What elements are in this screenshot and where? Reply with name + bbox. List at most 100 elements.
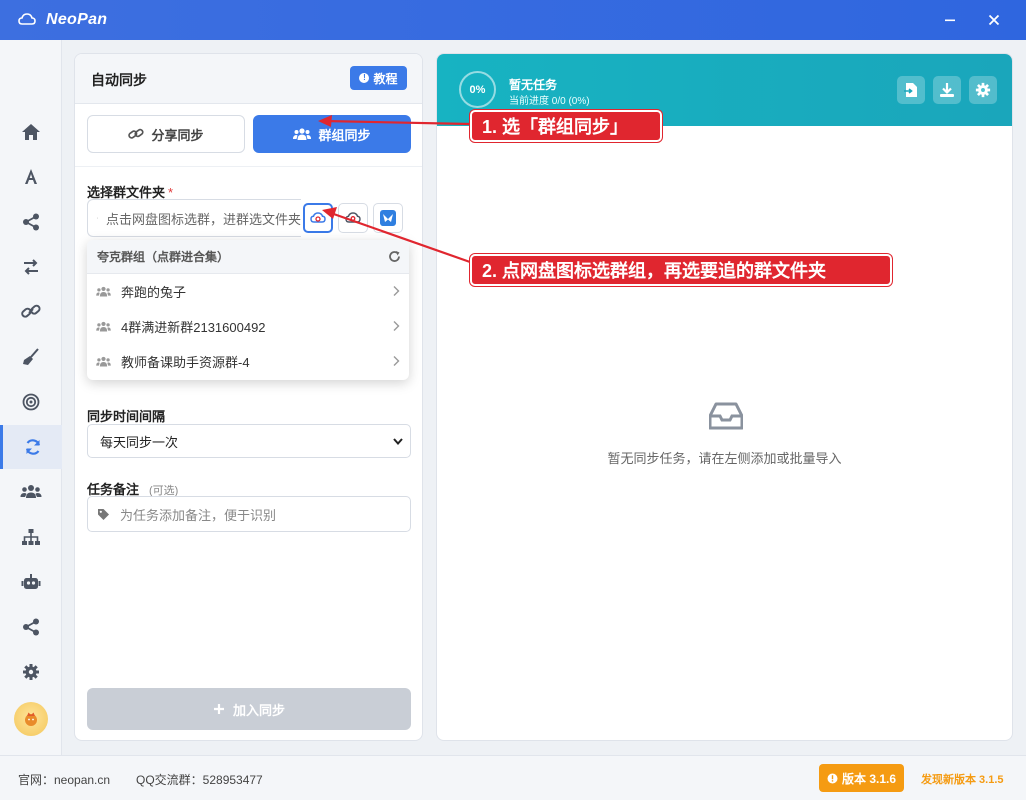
divider bbox=[75, 166, 422, 167]
link-icon bbox=[21, 304, 41, 318]
users-icon bbox=[97, 217, 98, 219]
folder-placeholder: 点击网盘图标选群，进群选文件夹 bbox=[105, 211, 301, 227]
nav-groups[interactable] bbox=[0, 470, 62, 514]
group-name: 奔跑的兔子 bbox=[121, 285, 187, 300]
baidu-drive-button[interactable] bbox=[338, 203, 368, 233]
nav-settings[interactable] bbox=[0, 650, 62, 694]
nav-clean[interactable] bbox=[0, 335, 62, 379]
nav-transfer[interactable] bbox=[0, 245, 62, 289]
broom-icon bbox=[23, 348, 39, 365]
inbox-icon bbox=[708, 402, 744, 433]
nav-home[interactable] bbox=[0, 110, 62, 154]
version-label: 版本 3.1.6 bbox=[841, 771, 897, 786]
version-badge[interactable]: 版本 3.1.6 bbox=[819, 764, 904, 792]
chevron-right-icon bbox=[393, 286, 400, 296]
close-button[interactable] bbox=[974, 0, 1014, 40]
tag-icon bbox=[98, 508, 109, 520]
auto-sync-panel: 自动同步 ! 教程 分享同步 群组同步 选择群文件夹 * 点击网盘图标选群，进群选… bbox=[74, 53, 423, 741]
note-input[interactable]: 为任务添加备注，便于识别 bbox=[87, 496, 411, 532]
annotation-step-2: 2. 点网盘图标选群组，再选要追的群文件夹 bbox=[470, 254, 892, 286]
plus-icon bbox=[213, 704, 224, 714]
gear-icon bbox=[23, 664, 39, 680]
group-icon bbox=[293, 128, 312, 140]
chevron-down-icon bbox=[393, 438, 403, 446]
sitemap-icon bbox=[22, 529, 40, 545]
website-link[interactable]: 官网：neopan.cn bbox=[18, 771, 110, 788]
progress-ring: 0% bbox=[459, 71, 496, 108]
nav-robot[interactable] bbox=[0, 560, 62, 604]
info-icon: ! bbox=[359, 73, 370, 83]
nav-share[interactable] bbox=[0, 200, 62, 244]
share-sync-label: 分享同步 bbox=[151, 127, 204, 143]
cloud-drive-icon bbox=[345, 212, 361, 223]
status-bar: 官网：neopan.cn QQ交流群：528953477 版本 3.1.6 发现… bbox=[0, 755, 1026, 800]
interval-value: 每天同步一次 bbox=[100, 434, 179, 450]
group-name: 教师备课助手资源群-4 bbox=[121, 355, 250, 370]
settings-button[interactable] bbox=[969, 76, 997, 104]
refresh-icon[interactable] bbox=[388, 250, 401, 263]
task-status: 暂无任务 bbox=[509, 78, 558, 92]
nav-share-2[interactable] bbox=[0, 605, 62, 649]
required-mark: * bbox=[168, 185, 174, 200]
add-sync-button[interactable]: 加入同步 bbox=[87, 688, 411, 730]
font-icon bbox=[25, 169, 37, 184]
nav-link[interactable] bbox=[0, 290, 62, 334]
task-panel: 0% 暂无任务 当前进度 0/0 (0%) 暂无同步任务，请在左侧添加或批量导入 bbox=[436, 53, 1013, 741]
gear-icon bbox=[975, 82, 991, 98]
users-icon bbox=[96, 321, 111, 332]
chevron-right-icon bbox=[393, 321, 400, 331]
avatar[interactable] bbox=[14, 702, 48, 736]
title-bar: NeoPan bbox=[0, 0, 1026, 40]
panel-header: 自动同步 ! 教程 bbox=[75, 54, 422, 104]
empty-state-text: 暂无同步任务，请在左侧添加或批量导入 bbox=[607, 451, 842, 466]
nav-sitemap[interactable] bbox=[0, 515, 62, 559]
new-version-link[interactable]: 发现新版本 3.1.5 bbox=[921, 771, 1004, 787]
cloud-logo-icon bbox=[18, 10, 38, 30]
list-item[interactable]: 奔跑的兔子 bbox=[87, 274, 409, 309]
share-icon bbox=[23, 618, 39, 636]
download-button[interactable] bbox=[933, 76, 961, 104]
qq-group-link[interactable]: QQ交流群：528953477 bbox=[136, 771, 263, 788]
dropdown-header: 夸克群组（点群进合集） bbox=[87, 240, 409, 274]
share-icon bbox=[23, 213, 39, 231]
nav-font[interactable] bbox=[0, 155, 62, 199]
group-icon bbox=[20, 485, 42, 498]
home-icon bbox=[22, 124, 40, 140]
file-import-icon bbox=[904, 83, 917, 97]
nav-sync[interactable] bbox=[0, 425, 62, 469]
robot-icon bbox=[21, 574, 41, 589]
quark-cloud-icon bbox=[310, 212, 326, 223]
task-progress-text: 当前进度 0/0 (0%) bbox=[509, 96, 590, 107]
folder-input[interactable]: 点击网盘图标选群，进群选文件夹 bbox=[87, 199, 301, 237]
info-icon bbox=[827, 773, 838, 783]
sync-icon bbox=[25, 439, 40, 455]
group-dropdown: 夸克群组（点群进合集） 奔跑的兔子 4群满进新群2131600492 教师备课助… bbox=[87, 240, 409, 380]
users-icon bbox=[96, 356, 111, 367]
share-sync-button[interactable]: 分享同步 bbox=[87, 115, 245, 153]
interval-field-label: 同步时间间隔 bbox=[87, 409, 166, 424]
group-sync-button[interactable]: 群组同步 bbox=[253, 115, 411, 153]
nav-target[interactable] bbox=[0, 380, 62, 424]
interval-select[interactable]: 每天同步一次 bbox=[87, 424, 411, 458]
import-button[interactable] bbox=[897, 76, 925, 104]
download-icon bbox=[940, 83, 954, 97]
users-icon bbox=[96, 286, 111, 297]
tutorial-button[interactable]: ! 教程 bbox=[350, 66, 407, 90]
sidebar-nav bbox=[0, 40, 62, 755]
group-sync-label: 群组同步 bbox=[318, 127, 371, 143]
add-sync-label: 加入同步 bbox=[232, 702, 285, 718]
link-icon bbox=[128, 128, 145, 139]
list-item[interactable]: 4群满进新群2131600492 bbox=[87, 309, 409, 344]
target-icon bbox=[22, 393, 40, 411]
drive-bookmark-button[interactable] bbox=[373, 203, 403, 233]
app-title: NeoPan bbox=[46, 11, 108, 28]
minimize-button[interactable] bbox=[930, 0, 970, 40]
chevron-right-icon bbox=[393, 356, 400, 366]
quark-drive-button[interactable] bbox=[303, 203, 333, 233]
dropdown-title: 夸克群组（点群进合集） bbox=[97, 250, 230, 264]
list-item[interactable]: 教师备课助手资源群-4 bbox=[87, 344, 409, 379]
transfer-icon bbox=[24, 259, 38, 275]
note-label-text: 任务备注 bbox=[87, 482, 140, 497]
folder-label-text: 选择群文件夹 bbox=[87, 185, 166, 200]
group-name: 4群满进新群2131600492 bbox=[121, 320, 266, 335]
